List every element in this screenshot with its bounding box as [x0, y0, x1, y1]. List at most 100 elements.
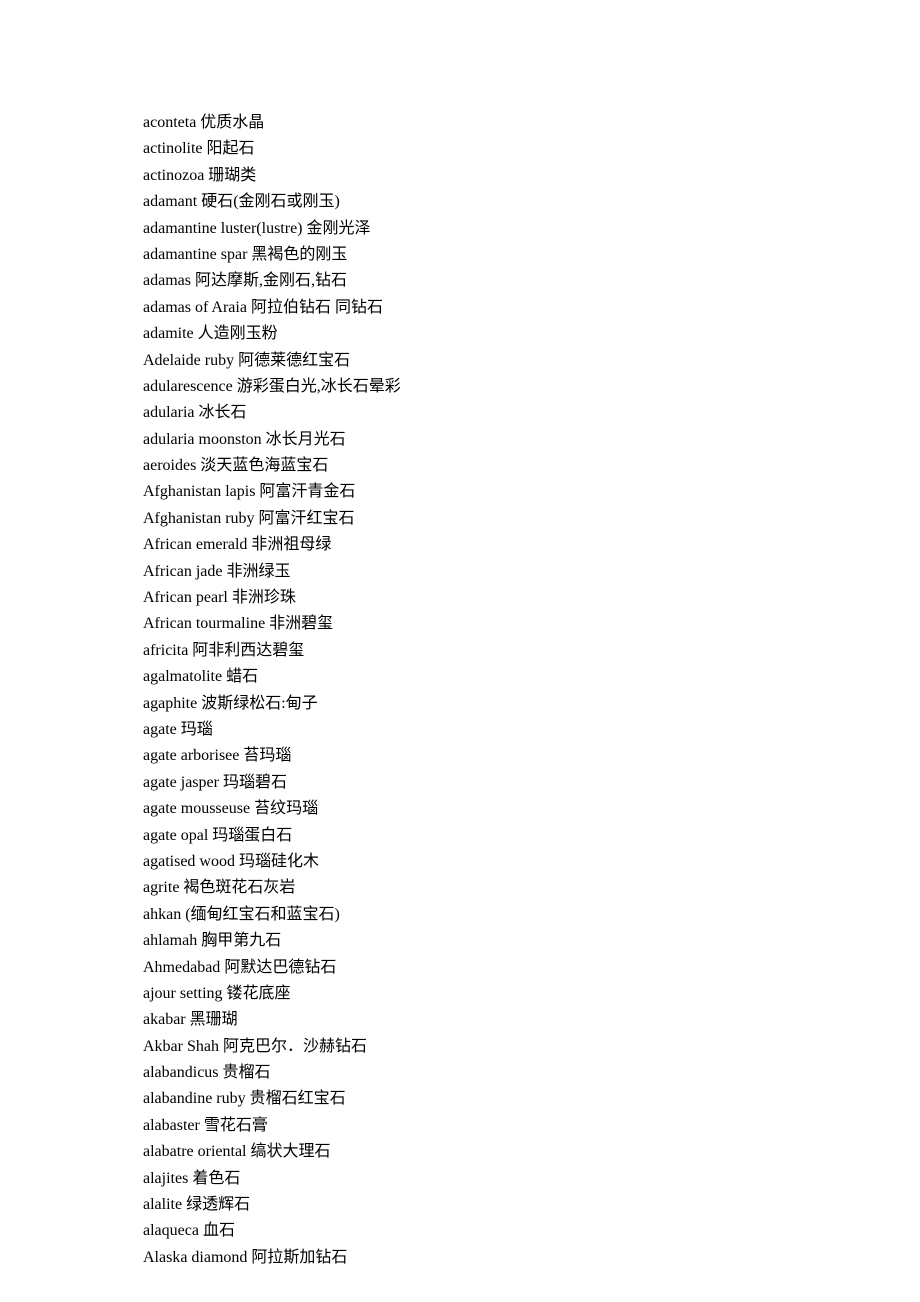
glossary-entry: adamas 阿达摩斯,金刚石,钻石	[143, 268, 920, 294]
definition: 非洲碧玺	[269, 615, 333, 632]
term: Adelaide ruby	[143, 352, 234, 369]
glossary-entry: alajites 着色石	[143, 1166, 920, 1192]
definition: 阿德莱德红宝石	[238, 352, 350, 369]
term: adamantine luster(lustre)	[143, 220, 303, 237]
term: ahlamah	[143, 932, 197, 949]
definition: 冰长月光石	[266, 431, 346, 448]
term: adularia	[143, 404, 195, 421]
glossary-entry: alabandine ruby 贵榴石红宝石	[143, 1086, 920, 1112]
glossary-entry: agatised wood 玛瑙硅化木	[143, 849, 920, 875]
term: African tourmaline	[143, 615, 265, 632]
glossary-entry: Afghanistan lapis 阿富汗青金石	[143, 479, 920, 505]
glossary-entry: adamantine luster(lustre) 金刚光泽	[143, 216, 920, 242]
term: alabaster	[143, 1117, 200, 1134]
glossary-entry: agate opal 玛瑙蛋白石	[143, 823, 920, 849]
glossary-entry: adamantine spar 黑褐色的刚玉	[143, 242, 920, 268]
definition: 蜡石	[226, 668, 258, 685]
glossary-entry: ahkan (缅甸红宝石和蓝宝石)	[143, 902, 920, 928]
term: Afghanistan ruby	[143, 510, 255, 527]
term: actinozoa	[143, 167, 204, 184]
term: Alaska diamond	[143, 1249, 247, 1266]
glossary-entry: agrite 褐色斑花石灰岩	[143, 875, 920, 901]
definition: 波斯绿松石:甸子	[201, 695, 317, 712]
definition: 缟状大理石	[251, 1143, 331, 1160]
definition: 游彩蛋白光,冰长石晕彩	[237, 378, 401, 395]
term: agate mousseuse	[143, 800, 250, 817]
definition: 阿拉斯加钻石	[251, 1249, 347, 1266]
glossary-entry: actinolite 阳起石	[143, 136, 920, 162]
definition: 淡天蓝色海蓝宝石	[200, 457, 328, 474]
term: akabar	[143, 1011, 186, 1028]
definition: 阿富汗青金石	[259, 483, 355, 500]
definition: 黑褐色的刚玉	[251, 246, 347, 263]
definition: 硬石(金刚石或刚玉)	[201, 193, 340, 210]
definition: 绿透辉石	[186, 1196, 250, 1213]
definition: 玛瑙硅化木	[239, 853, 319, 870]
term: agate jasper	[143, 774, 219, 791]
definition: 玛瑙	[181, 721, 213, 738]
glossary-entry: agate 玛瑙	[143, 717, 920, 743]
definition: 着色石	[192, 1170, 240, 1187]
glossary-entry: African tourmaline 非洲碧玺	[143, 611, 920, 637]
glossary-list: aconteta 优质水晶actinolite 阳起石actinozoa 珊瑚类…	[143, 110, 920, 1271]
term: alabatre oriental	[143, 1143, 247, 1160]
term: agate	[143, 721, 177, 738]
definition: 阿富汗红宝石	[259, 510, 355, 527]
glossary-entry: Adelaide ruby 阿德莱德红宝石	[143, 348, 920, 374]
glossary-entry: adularia moonston 冰长月光石	[143, 427, 920, 453]
glossary-entry: Alaska diamond 阿拉斯加钻石	[143, 1245, 920, 1271]
glossary-entry: Afghanistan ruby 阿富汗红宝石	[143, 506, 920, 532]
definition: 非洲珍珠	[232, 589, 296, 606]
definition: 阿达摩斯,金刚石,钻石	[195, 272, 347, 289]
glossary-entry: African emerald 非洲祖母绿	[143, 532, 920, 558]
definition: 珊瑚类	[208, 167, 256, 184]
definition: 镂花底座	[227, 985, 291, 1002]
term: African jade	[143, 563, 223, 580]
definition: 阿默达巴德钻石	[224, 959, 336, 976]
term: africita	[143, 642, 188, 659]
term: Ahmedabad	[143, 959, 220, 976]
glossary-entry: aconteta 优质水晶	[143, 110, 920, 136]
definition: 雪花石膏	[204, 1117, 268, 1134]
glossary-entry: alabandicus 贵榴石	[143, 1060, 920, 1086]
glossary-entry: alabatre oriental 缟状大理石	[143, 1139, 920, 1165]
definition: 人造刚玉粉	[198, 325, 278, 342]
term: agate arborisee	[143, 747, 239, 764]
term: African pearl	[143, 589, 228, 606]
term: adamas	[143, 272, 191, 289]
definition: 阳起石	[207, 140, 255, 157]
definition: (缅甸红宝石和蓝宝石)	[185, 906, 340, 923]
term: alaqueca	[143, 1222, 199, 1239]
term: adularescence	[143, 378, 233, 395]
definition: 胸甲第九石	[201, 932, 281, 949]
term: aconteta	[143, 114, 196, 131]
glossary-entry: African pearl 非洲珍珠	[143, 585, 920, 611]
term: adularia moonston	[143, 431, 262, 448]
glossary-entry: alabaster 雪花石膏	[143, 1113, 920, 1139]
term: agaphite	[143, 695, 197, 712]
glossary-entry: actinozoa 珊瑚类	[143, 163, 920, 189]
term: alalite	[143, 1196, 182, 1213]
term: African emerald	[143, 536, 247, 553]
glossary-entry: adularescence 游彩蛋白光,冰长石晕彩	[143, 374, 920, 400]
term: Afghanistan lapis	[143, 483, 255, 500]
glossary-entry: adamant 硬石(金刚石或刚玉)	[143, 189, 920, 215]
definition: 褐色斑花石灰岩	[183, 879, 295, 896]
glossary-entry: agate arborisee 苔玛瑙	[143, 743, 920, 769]
term: adamas of Araia	[143, 299, 247, 316]
definition: 玛瑙碧石	[223, 774, 287, 791]
glossary-entry: Ahmedabad 阿默达巴德钻石	[143, 955, 920, 981]
glossary-entry: agate mousseuse 苔纹玛瑙	[143, 796, 920, 822]
glossary-entry: adamas of Araia 阿拉伯钻石 同钻石	[143, 295, 920, 321]
term: adamant	[143, 193, 197, 210]
glossary-page: aconteta 优质水晶actinolite 阳起石actinozoa 珊瑚类…	[0, 0, 920, 1302]
glossary-entry: agalmatolite 蜡石	[143, 664, 920, 690]
glossary-entry: ajour setting 镂花底座	[143, 981, 920, 1007]
glossary-entry: adamite 人造刚玉粉	[143, 321, 920, 347]
glossary-entry: Akbar Shah 阿克巴尔．沙赫钻石	[143, 1034, 920, 1060]
term: aeroides	[143, 457, 196, 474]
definition: 阿拉伯钻石 同钻石	[251, 299, 383, 316]
term: agatised wood	[143, 853, 235, 870]
term: ajour setting	[143, 985, 223, 1002]
glossary-entry: agate jasper 玛瑙碧石	[143, 770, 920, 796]
